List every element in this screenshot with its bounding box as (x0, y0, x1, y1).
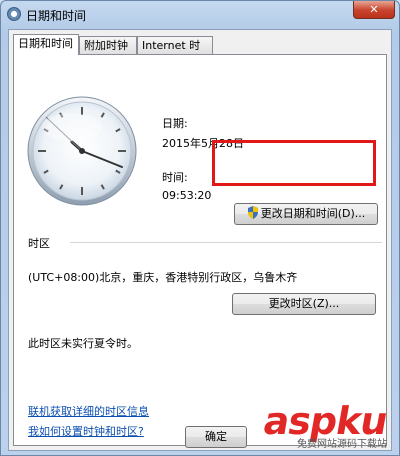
dialog-client-area: 日期和时间 附加时钟 Internet 时间 (8, 29, 392, 451)
tab-internet-time[interactable]: Internet 时间 (137, 36, 213, 70)
ok-button[interactable]: 确定 (185, 426, 247, 448)
uac-shield-icon (247, 206, 258, 219)
date-label: 日期: (162, 117, 188, 130)
tab-panel-date-time: 日期: 2015年5月28日 时间: 09:53:20 更改日期和时间(D)..… (13, 54, 387, 446)
title-bar: 日期和时间 ✕ (1, 1, 399, 29)
analog-clock (27, 96, 137, 206)
timezone-separator (70, 242, 382, 243)
time-label: 时间: (162, 171, 188, 184)
timezone-heading: 时区 (28, 237, 50, 250)
watermark-subtitle: 免费网站源码下载站 (297, 439, 387, 450)
how-to-set-clock-link[interactable]: 我如何设置时钟和时区? (28, 423, 144, 439)
change-date-time-button[interactable]: 更改日期和时间(D)... (234, 203, 378, 225)
dst-note: 此时区未实行夏令时。 (28, 337, 138, 350)
timezone-value: (UTC+08:00)北京，重庆，香港特别行政区，乌鲁木齐 (28, 271, 298, 284)
date-time-dialog: 日期和时间 ✕ 日期和时间 附加时钟 Internet 时间 (0, 0, 400, 456)
change-timezone-button[interactable]: 更改时区(Z)... (232, 293, 376, 315)
window-title: 日期和时间 (26, 9, 87, 23)
tab-date-time[interactable]: 日期和时间 (13, 34, 79, 55)
change-date-time-label: 更改日期和时间(D)... (260, 207, 366, 220)
close-button[interactable]: ✕ (353, 1, 395, 19)
clock-app-icon (7, 7, 21, 21)
tab-additional-clocks[interactable]: 附加时钟 (79, 36, 137, 54)
online-timezone-info-link[interactable]: 联机获取详细的时区信息 (28, 403, 149, 419)
highlight-annotation (212, 140, 376, 186)
time-value: 09:53:20 (162, 189, 212, 202)
watermark: aspku 免费网站源码下载站 (260, 399, 391, 450)
